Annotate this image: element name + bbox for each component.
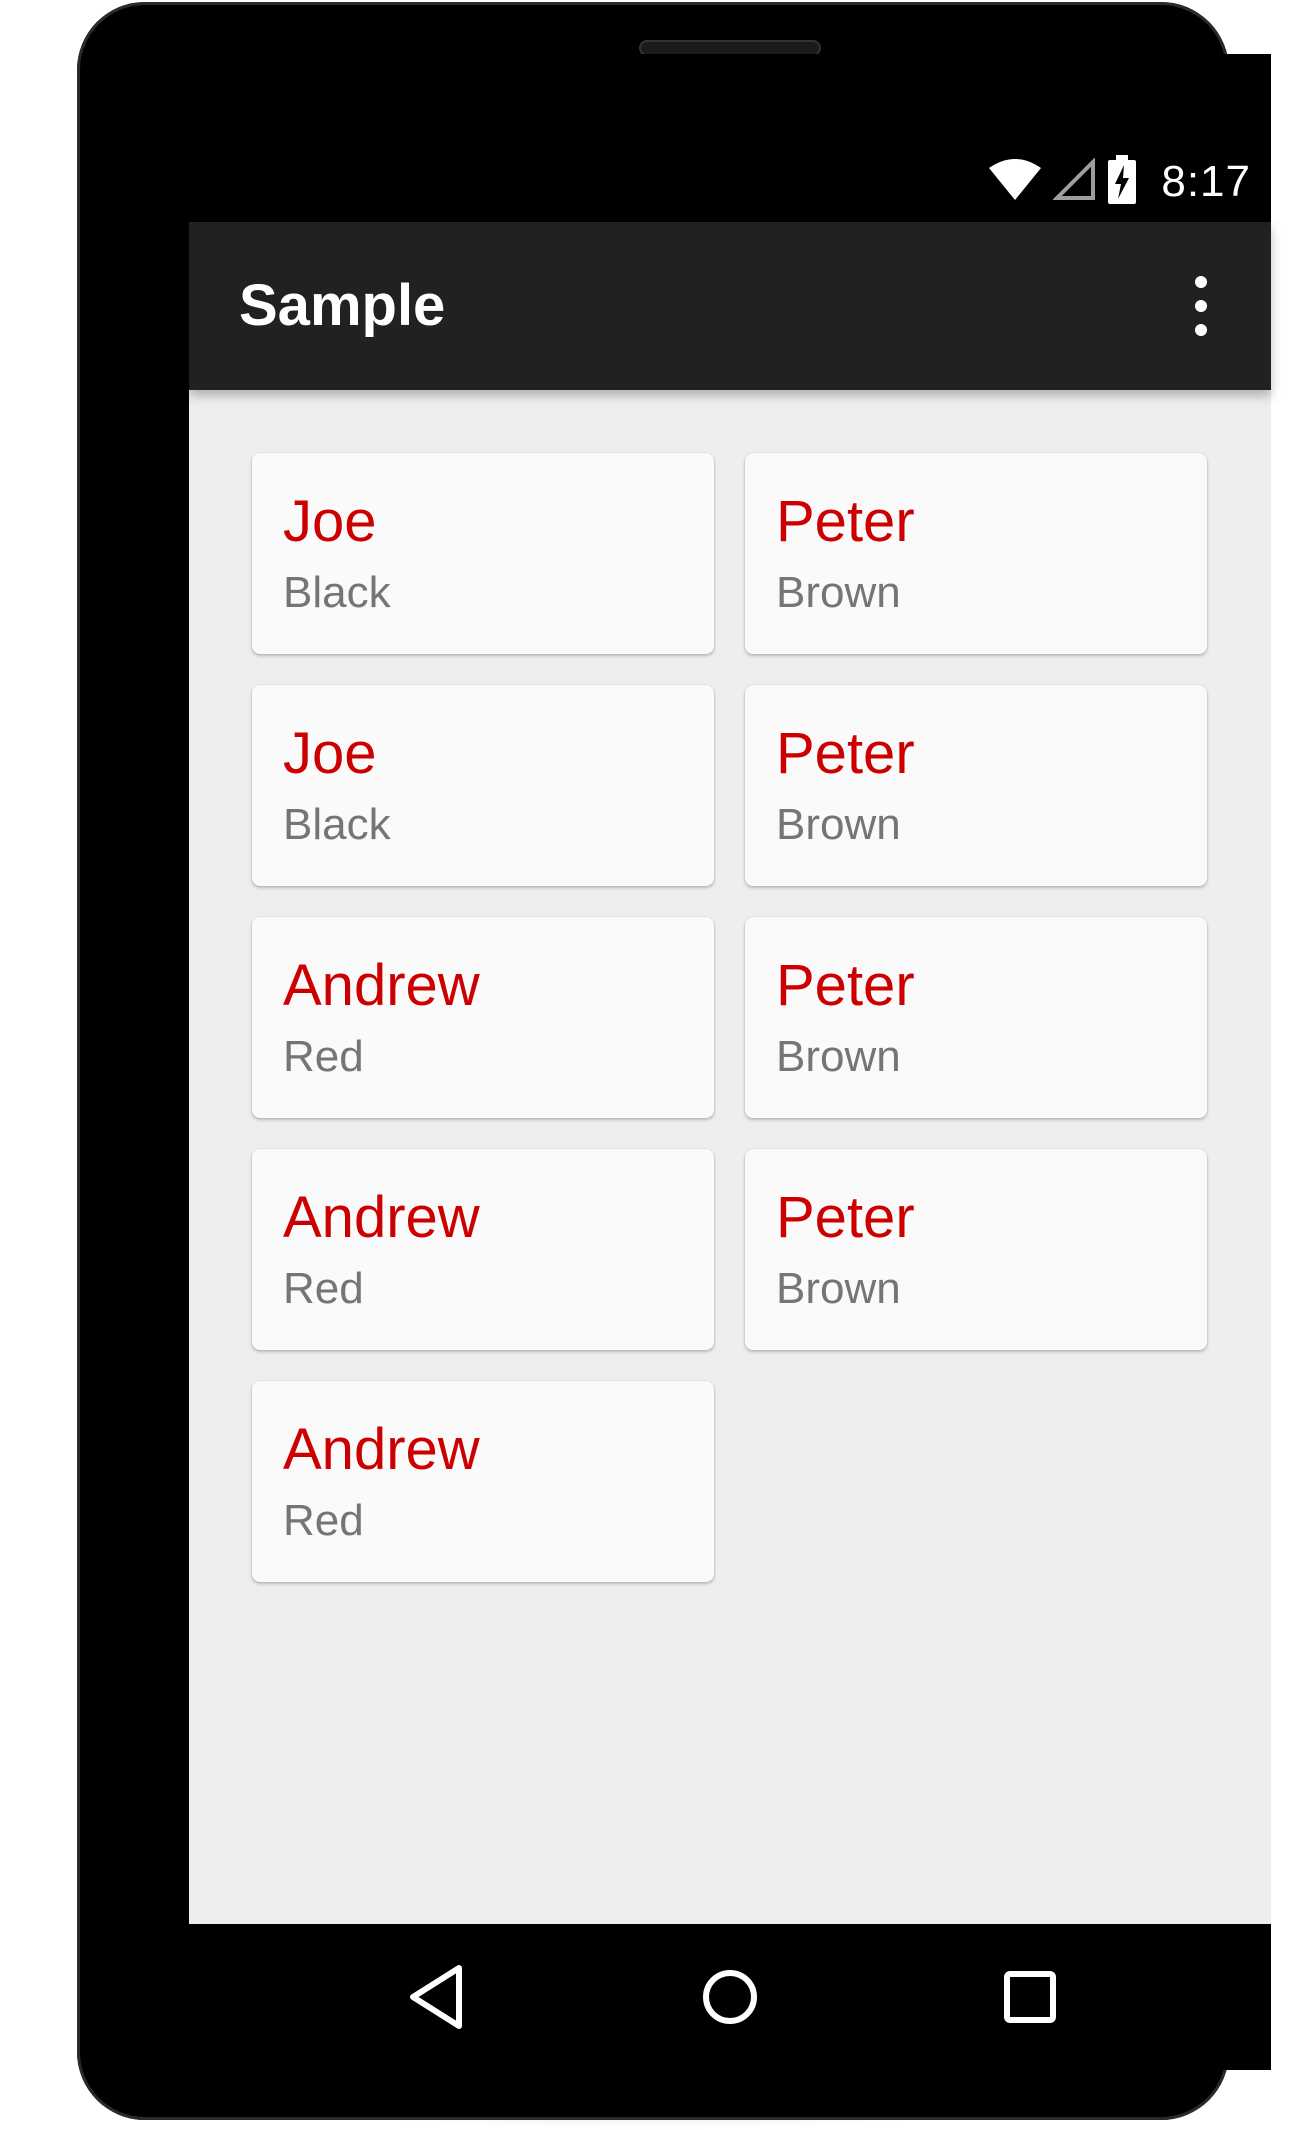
last-name: Black xyxy=(283,800,391,849)
person-card[interactable]: Peter Brown xyxy=(745,685,1207,886)
person-card[interactable]: Andrew Red xyxy=(252,917,714,1118)
first-name: Peter xyxy=(776,489,915,554)
last-name: Brown xyxy=(776,1264,901,1313)
overflow-menu-icon[interactable] xyxy=(1181,274,1221,338)
person-card[interactable]: Andrew Red xyxy=(252,1381,714,1582)
last-name: Brown xyxy=(776,1032,901,1081)
screen: 8:17 Sample Joe Black Peter Brown Joe Bl… xyxy=(189,54,1271,2070)
app-title: Sample xyxy=(239,273,446,338)
person-card[interactable]: Andrew Red xyxy=(252,1149,714,1350)
wifi-icon xyxy=(987,158,1043,207)
card-grid-container: Joe Black Peter Brown Joe Black Peter Br… xyxy=(189,390,1271,1924)
first-name: Peter xyxy=(776,953,915,1018)
app-bar: Sample xyxy=(189,222,1271,390)
device-frame-stage: 8:17 Sample Joe Black Peter Brown Joe Bl… xyxy=(0,0,1305,2130)
back-icon[interactable] xyxy=(403,1960,477,2034)
phone-body: 8:17 Sample Joe Black Peter Brown Joe Bl… xyxy=(77,2,1271,2120)
first-name: Joe xyxy=(283,489,377,554)
home-icon[interactable] xyxy=(693,1960,767,2034)
battery-charging-icon xyxy=(1107,154,1137,210)
person-card[interactable]: Joe Black xyxy=(252,453,714,654)
card-grid: Joe Black Peter Brown Joe Black Peter Br… xyxy=(252,453,1208,1582)
person-card[interactable]: Joe Black xyxy=(252,685,714,886)
first-name: Joe xyxy=(283,721,377,786)
last-name: Red xyxy=(283,1496,364,1545)
last-name: Red xyxy=(283,1032,364,1081)
navigation-bar xyxy=(189,1924,1271,2070)
recents-icon[interactable] xyxy=(993,1960,1067,2034)
last-name: Black xyxy=(283,568,391,617)
first-name: Andrew xyxy=(283,953,480,1018)
first-name: Andrew xyxy=(283,1417,480,1482)
person-card[interactable]: Peter Brown xyxy=(745,917,1207,1118)
last-name: Red xyxy=(283,1264,364,1313)
last-name: Brown xyxy=(776,568,901,617)
last-name: Brown xyxy=(776,800,901,849)
first-name: Andrew xyxy=(283,1185,480,1250)
status-icons: 8:17 xyxy=(987,154,1251,210)
person-card[interactable]: Peter Brown xyxy=(745,453,1207,654)
first-name: Peter xyxy=(776,1185,915,1250)
first-name: Peter xyxy=(776,721,915,786)
status-time: 8:17 xyxy=(1161,157,1251,206)
cell-signal-icon xyxy=(1052,156,1097,207)
person-card[interactable]: Peter Brown xyxy=(745,1149,1207,1350)
status-bar: 8:17 xyxy=(189,106,1271,222)
